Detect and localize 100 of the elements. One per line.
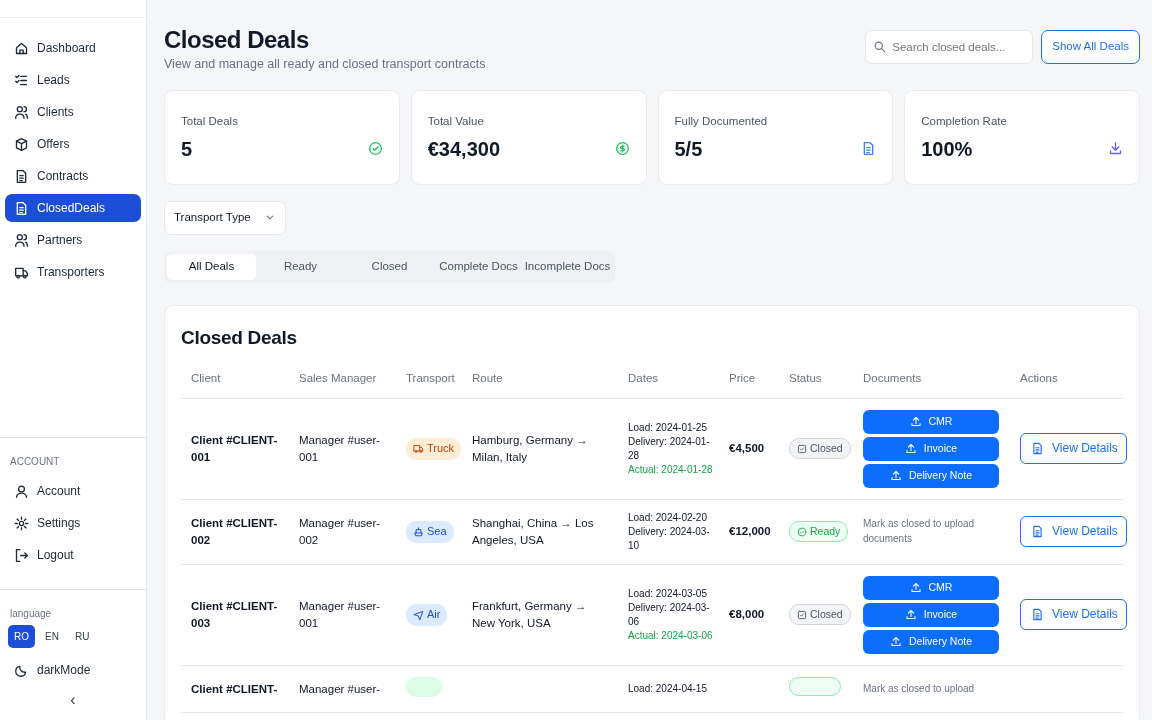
client-cell: Client #CLIENT-003 bbox=[181, 564, 289, 666]
column-header: Route bbox=[462, 366, 618, 399]
user-icon bbox=[14, 483, 29, 499]
price-cell: €4,500 bbox=[719, 398, 779, 500]
collapse-icon[interactable]: ‹ bbox=[70, 691, 76, 708]
users-icon bbox=[14, 104, 29, 120]
checkbox-icon bbox=[797, 609, 807, 620]
checkbox-icon bbox=[797, 443, 807, 454]
package-icon bbox=[14, 136, 29, 152]
sidebar-item[interactable]: Settings bbox=[5, 509, 141, 537]
checklist-icon bbox=[14, 72, 29, 88]
show-all-button[interactable]: Show All Deals bbox=[1041, 30, 1140, 64]
column-header: Price bbox=[719, 366, 779, 399]
actual-date: Actual: 2024-03-06 bbox=[628, 628, 713, 643]
check-circle-icon bbox=[797, 526, 807, 537]
transport-badge: Truck bbox=[406, 437, 462, 460]
language-option[interactable]: EN bbox=[39, 625, 65, 648]
upload-button[interactable]: CMR bbox=[863, 575, 999, 600]
settings-icon bbox=[14, 515, 29, 531]
documents-note: Mark as closed to upload bbox=[863, 681, 976, 696]
status-badge bbox=[789, 677, 841, 697]
document-icon bbox=[1031, 607, 1044, 623]
load-date: Load: 2024-04-15 bbox=[628, 681, 708, 696]
users-icon bbox=[14, 232, 29, 248]
client-cell: Client #CLIENT-001 bbox=[181, 398, 289, 500]
language-label: language bbox=[9, 607, 53, 621]
transport-badge bbox=[406, 676, 442, 697]
sidebar-item[interactable]: Leads bbox=[5, 66, 141, 94]
delivery-date: Delivery: 2024-03-10 bbox=[628, 524, 711, 553]
dark-mode-toggle[interactable]: darkMode bbox=[5, 656, 141, 684]
view-details-button[interactable]: View Details bbox=[1020, 516, 1127, 548]
section-heading: ACCOUNT bbox=[9, 455, 61, 469]
status-badge: Closed bbox=[789, 437, 851, 460]
status-badge: Closed bbox=[789, 603, 851, 626]
load-date: Load: 2024-01-25 bbox=[628, 420, 708, 435]
download-icon bbox=[1108, 141, 1123, 157]
stat-value: 5 bbox=[181, 136, 193, 162]
logout-icon bbox=[14, 547, 29, 563]
sidebar-item[interactable]: Offers bbox=[5, 130, 141, 158]
view-details-button[interactable]: View Details bbox=[1020, 599, 1127, 631]
page-subtitle: View and manage all ready and closed transport contracts bbox=[164, 55, 486, 73]
search-field[interactable]: Search closed deals... bbox=[865, 30, 1034, 64]
column-header: Status bbox=[779, 366, 853, 399]
status-badge: Ready bbox=[789, 520, 849, 543]
document-icon bbox=[14, 168, 29, 184]
column-header: Transport bbox=[396, 366, 462, 399]
upload-button[interactable]: Invoice bbox=[863, 436, 999, 461]
document-icon bbox=[1031, 441, 1044, 457]
delivery-date: Delivery: 2024-01-28 bbox=[628, 434, 711, 463]
filter-tab[interactable]: Incomplete Docs bbox=[523, 253, 612, 280]
stat-value: 5/5 bbox=[674, 136, 703, 162]
column-header: Actions bbox=[1010, 366, 1123, 399]
stat-value: €34,300 bbox=[427, 136, 501, 162]
plane-icon bbox=[413, 609, 424, 621]
page-title: Closed Deals bbox=[164, 26, 310, 55]
sidebar-item[interactable]: Transporters bbox=[5, 258, 141, 286]
price-cell: €12,000 bbox=[719, 499, 779, 565]
filter-tab[interactable]: Closed bbox=[345, 253, 434, 280]
transport-badge: Sea bbox=[406, 520, 454, 543]
filter-tab[interactable]: All Deals bbox=[167, 253, 256, 280]
upload-button[interactable]: Invoice bbox=[863, 602, 999, 627]
sidebar-item[interactable]: ClosedDeals bbox=[5, 194, 141, 222]
search-icon bbox=[873, 40, 887, 53]
sidebar-item[interactable]: Dashboard bbox=[5, 34, 141, 62]
delivery-date: Delivery: 2024-03-06 bbox=[628, 600, 711, 629]
home-icon bbox=[14, 40, 29, 56]
actual-date: Actual: 2024-01-28 bbox=[628, 462, 713, 477]
manager-cell: Manager #user- bbox=[289, 665, 396, 713]
sidebar-item[interactable]: Contracts bbox=[5, 162, 141, 190]
stat-label: Total Deals bbox=[181, 113, 239, 129]
language-option[interactable]: RO bbox=[8, 625, 35, 648]
filter-tab[interactable]: Ready bbox=[256, 253, 345, 280]
sidebar-item[interactable]: Account bbox=[5, 477, 141, 505]
sidebar-item[interactable]: Partners bbox=[5, 226, 141, 254]
view-details-button[interactable]: View Details bbox=[1020, 433, 1127, 465]
upload-button[interactable]: CMR bbox=[863, 409, 999, 434]
upload-button[interactable]: Delivery Note bbox=[863, 629, 999, 654]
column-header: Client bbox=[181, 366, 289, 399]
sidebar-item[interactable]: Logout bbox=[5, 541, 141, 569]
manager-cell: Manager #user-001 bbox=[289, 398, 396, 500]
route-cell: Frankfurt, Germany → New York, USA bbox=[462, 564, 618, 666]
route-cell: Hamburg, Germany → Milan, Italy bbox=[462, 398, 618, 500]
price-cell: €8,000 bbox=[719, 564, 779, 666]
filter-tab[interactable]: Complete Docs bbox=[434, 253, 523, 280]
column-header: Dates bbox=[618, 366, 719, 399]
client-cell: Client #CLIENT-002 bbox=[181, 499, 289, 565]
sidebar-item[interactable]: Clients bbox=[5, 98, 141, 126]
column-header: Documents bbox=[853, 366, 1010, 399]
client-cell: Client #CLIENT- bbox=[181, 665, 289, 713]
route-cell: Shanghai, China → Los Angeles, USA bbox=[462, 499, 618, 565]
language-option[interactable]: RU bbox=[68, 625, 96, 648]
table-title: Closed Deals bbox=[181, 325, 298, 350]
upload-button[interactable]: Delivery Note bbox=[863, 463, 999, 488]
document-icon bbox=[1031, 524, 1044, 540]
transport-type-dropdown[interactable]: Transport Type bbox=[164, 200, 286, 235]
stat-label: Fully Documented bbox=[674, 113, 769, 129]
column-header: Sales Manager bbox=[289, 366, 396, 399]
stat-value: 100% bbox=[921, 136, 973, 162]
manager-cell: Manager #user-002 bbox=[289, 499, 396, 565]
manager-cell: Manager #user-001 bbox=[289, 564, 396, 666]
